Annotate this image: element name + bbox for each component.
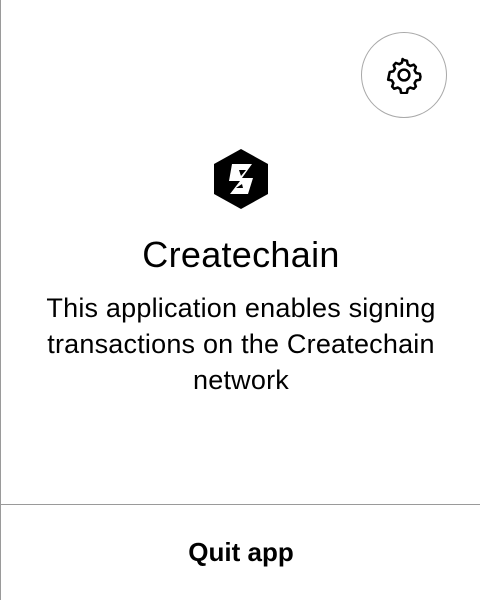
app-name: Createchain xyxy=(142,234,340,275)
createchain-logo-icon xyxy=(212,148,270,210)
quit-app-button[interactable]: Quit app xyxy=(1,505,480,600)
app-description: This application enables signing transac… xyxy=(46,293,436,395)
settings-button[interactable] xyxy=(361,32,447,118)
gear-icon xyxy=(385,56,423,94)
app-home-screen: Createchain This application enables sig… xyxy=(0,0,480,600)
